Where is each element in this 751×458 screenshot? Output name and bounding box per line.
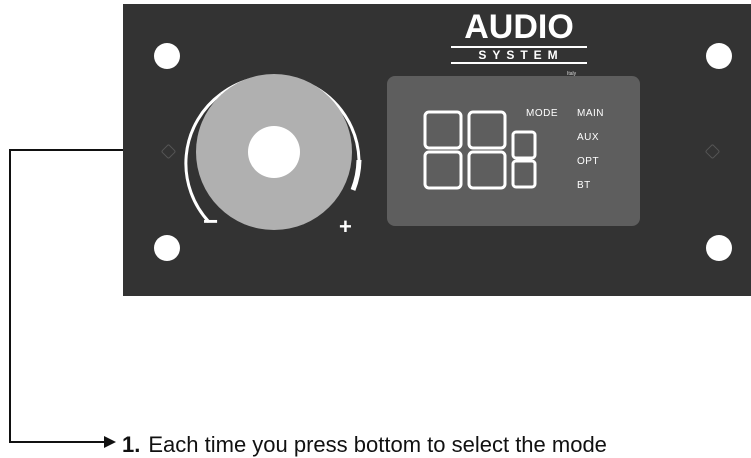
audio-system-logo: AUDIO SYSTEM <box>449 10 589 64</box>
screw-top-right <box>706 43 732 69</box>
volume-minus-label: − <box>203 206 219 236</box>
digit-3-top <box>511 130 537 160</box>
screw-top-left <box>154 43 180 69</box>
lcd-display: MODE MAIN AUX OPT BT <box>387 76 640 226</box>
input-label-aux: AUX <box>577 132 600 143</box>
control-panel: AUDIO SYSTEM Italy − + MODE MAIN AUX OPT… <box>123 4 751 296</box>
knob-center-button <box>248 126 300 178</box>
digit-2-top <box>467 110 507 150</box>
input-label-bt: BT <box>577 180 591 191</box>
clip-right <box>704 143 721 160</box>
mode-label: MODE <box>526 108 558 119</box>
caption-text: Each time you press bottom to select the… <box>148 432 607 457</box>
clip-left <box>160 143 177 160</box>
digit-1-bottom <box>423 150 463 190</box>
volume-plus-label: + <box>339 214 352 239</box>
screw-bottom-left <box>154 235 180 261</box>
input-label-main: MAIN <box>577 108 604 119</box>
logo-line-2: SYSTEM <box>451 49 587 64</box>
digit-2-bottom <box>467 150 507 190</box>
input-label-opt: OPT <box>577 156 600 167</box>
instruction-caption: 1. Each time you press bottom to select t… <box>122 432 607 458</box>
seven-segment-digits <box>423 110 537 190</box>
screw-bottom-right <box>706 235 732 261</box>
digit-1-top <box>423 110 463 150</box>
arrow-head <box>104 436 116 448</box>
caption-number: 1. <box>122 432 141 457</box>
logo-line-1: AUDIO <box>464 8 574 46</box>
digit-3-bottom <box>511 159 537 189</box>
